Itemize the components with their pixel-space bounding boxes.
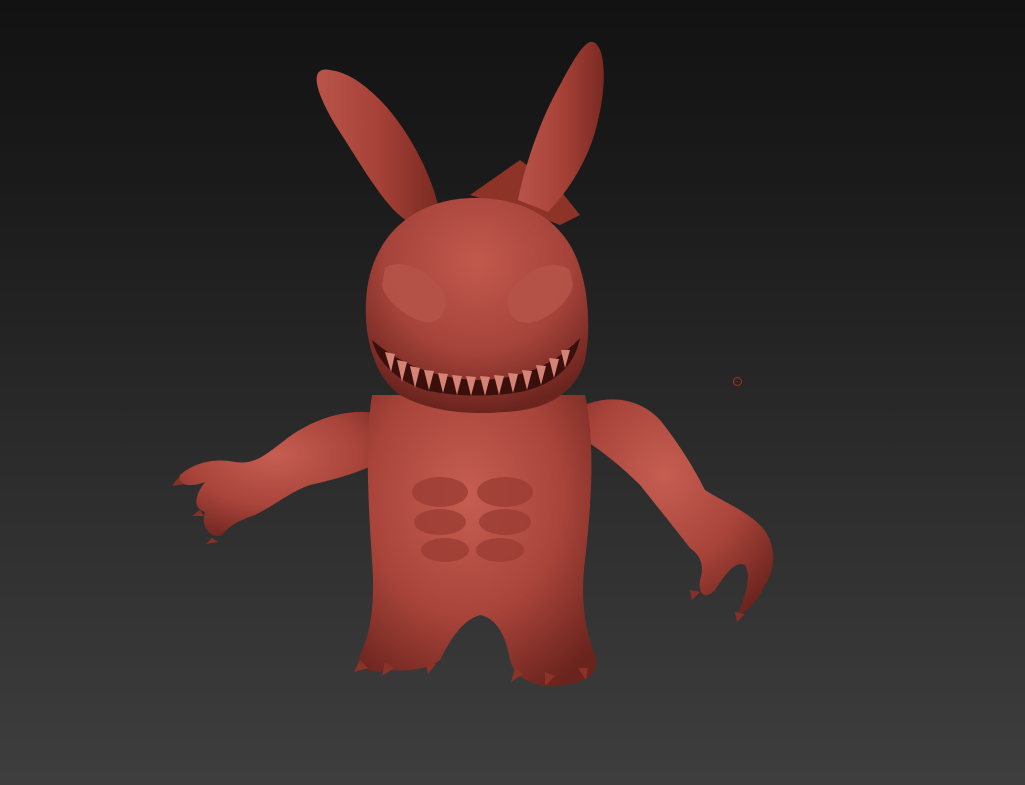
- left-arm: [179, 411, 390, 536]
- right-ear: [518, 41, 604, 212]
- left-ear: [316, 69, 438, 222]
- brush-cursor-icon: [733, 377, 742, 386]
- sculpted-creature-model[interactable]: [0, 0, 1025, 785]
- body-torso: [359, 395, 597, 687]
- sculpt-viewport[interactable]: [0, 0, 1025, 785]
- right-arm: [575, 399, 774, 615]
